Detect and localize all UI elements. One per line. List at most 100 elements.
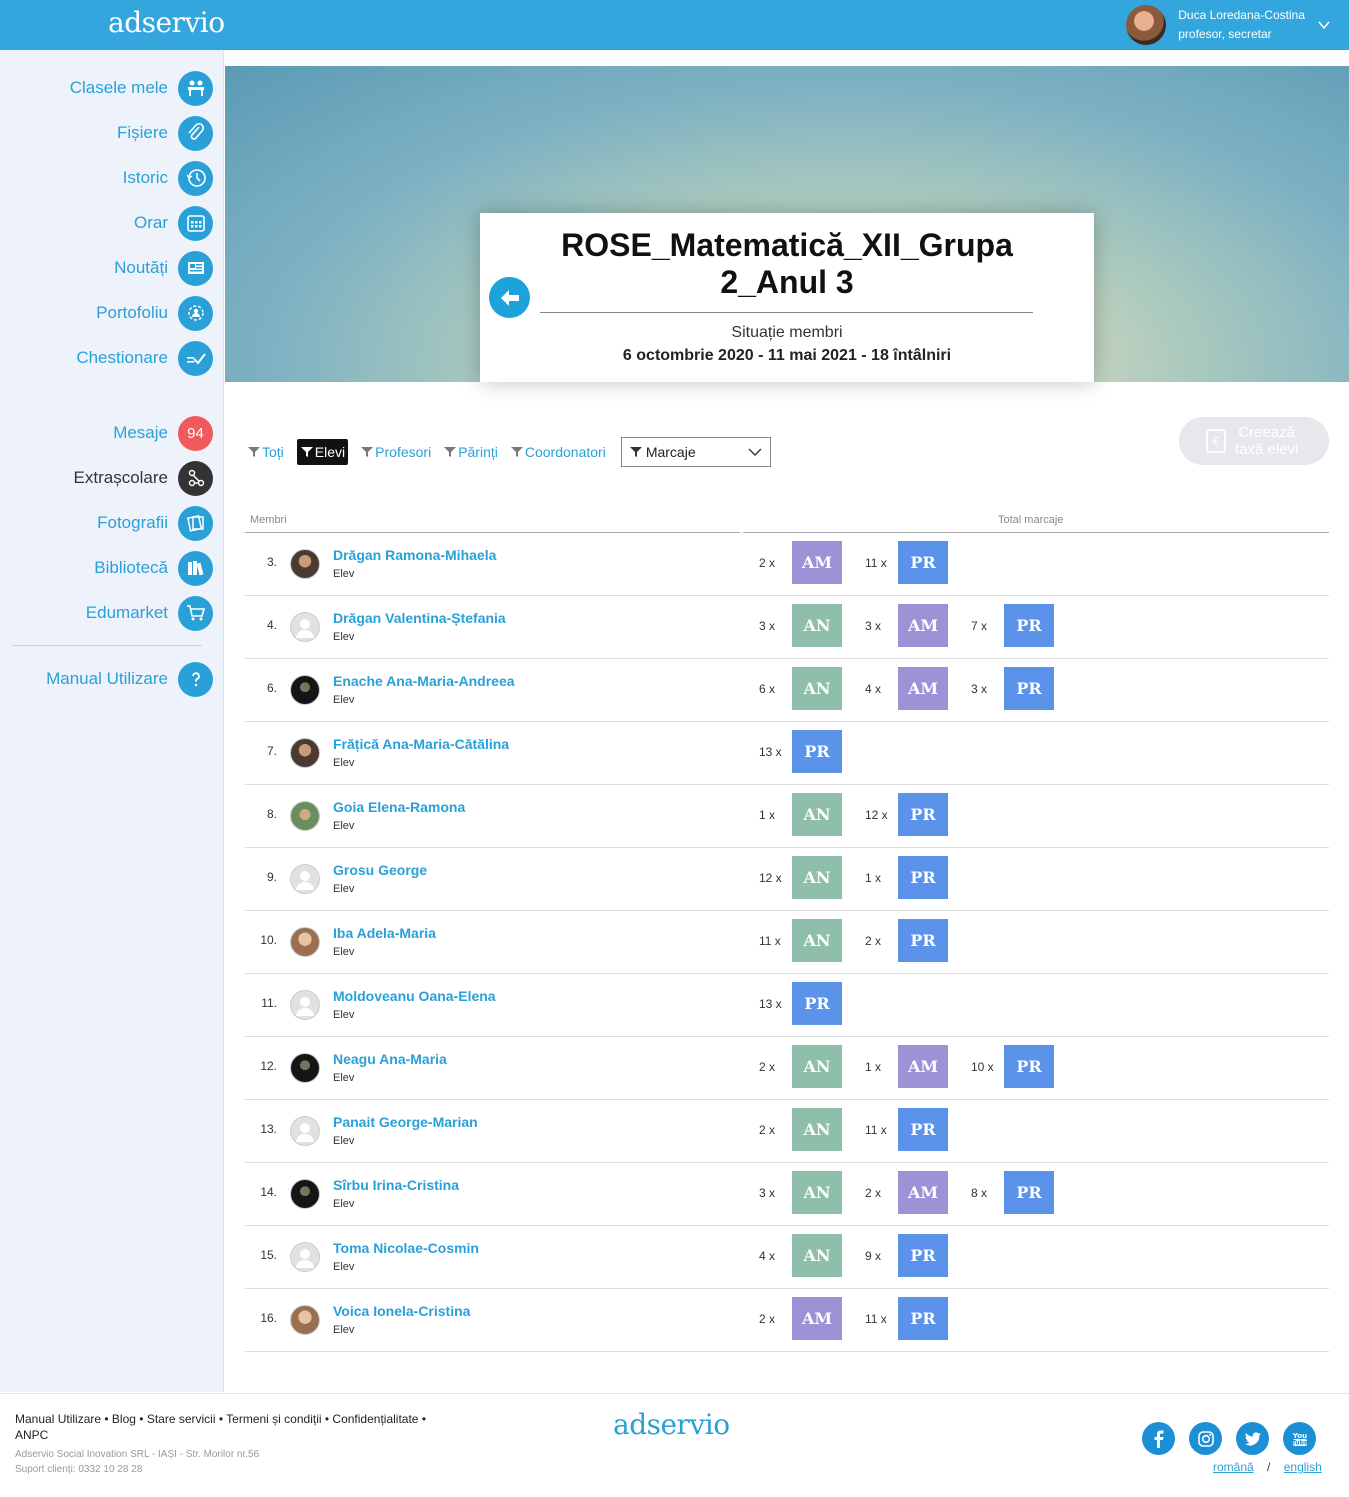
avatar[interactable] xyxy=(290,1179,320,1209)
footer-link[interactable]: Termeni și condiții xyxy=(226,1412,321,1426)
avatar[interactable] xyxy=(290,738,320,768)
sidebar-item-history[interactable]: Istoric xyxy=(123,160,213,196)
marks-select[interactable]: Marcaje xyxy=(620,437,771,467)
member-name-link[interactable]: Panait George-Marian xyxy=(333,1114,478,1130)
mark-badge-an[interactable]: AN xyxy=(792,1045,842,1088)
sidebar-item-news[interactable]: Noutăți xyxy=(114,250,213,286)
mark-badge-an[interactable]: AN xyxy=(792,856,842,899)
create-student-fee-button[interactable]: € Creează taxă elevi xyxy=(1179,417,1329,465)
footer-link[interactable]: Blog xyxy=(112,1412,136,1426)
mark-badge-am[interactable]: AM xyxy=(898,604,948,647)
sidebar-item-library[interactable]: Bibliotecă xyxy=(94,550,213,586)
mark-badge-pr[interactable]: PR xyxy=(1004,667,1054,710)
sidebar-item-classes[interactable]: Clasele mele xyxy=(70,70,213,106)
filter-all[interactable]: Toți xyxy=(248,439,284,465)
sidebar-item-portfolio[interactable]: Portofoliu xyxy=(96,295,213,331)
mark-badge-an[interactable]: AN xyxy=(792,667,842,710)
back-button[interactable] xyxy=(489,277,530,318)
mark-badge-pr[interactable]: PR xyxy=(1004,1171,1054,1214)
member-name-link[interactable]: Frățică Ana-Maria-Cătălina xyxy=(333,736,509,752)
member-name-link[interactable]: Sîrbu Irina-Cristina xyxy=(333,1177,459,1193)
mark-badge-am[interactable]: AM xyxy=(898,667,948,710)
filter-parents[interactable]: Părinți xyxy=(444,439,498,465)
member-name-link[interactable]: Goia Elena-Ramona xyxy=(333,799,465,815)
footer-link[interactable]: Manual Utilizare xyxy=(15,1412,101,1426)
user-name: Duca Loredana-Costina xyxy=(1178,8,1305,22)
user-avatar[interactable] xyxy=(1126,5,1167,45)
mark-badge-am[interactable]: AM xyxy=(898,1045,948,1088)
language-english[interactable]: english xyxy=(1284,1460,1322,1474)
mark-badge-pr[interactable]: PR xyxy=(898,1297,948,1340)
avatar[interactable] xyxy=(290,1305,320,1335)
header-logo[interactable]: adservio xyxy=(108,6,225,39)
avatar[interactable] xyxy=(290,927,320,957)
sidebar-item-questionnaires[interactable]: Chestionare xyxy=(76,340,213,376)
sidebar-item-label: Noutăți xyxy=(114,258,168,277)
mark-badge-pr[interactable]: PR xyxy=(792,730,842,773)
instagram-icon[interactable] xyxy=(1189,1422,1222,1455)
mark-badge-pr[interactable]: PR xyxy=(898,1234,948,1277)
mark-badge-an[interactable]: AN xyxy=(792,919,842,962)
facebook-icon[interactable] xyxy=(1142,1422,1175,1455)
sidebar-item-manual[interactable]: Manual Utilizare xyxy=(46,661,213,697)
filter-icon xyxy=(629,447,642,457)
avatar[interactable] xyxy=(290,1053,320,1083)
mark-badge-pr[interactable]: PR xyxy=(898,541,948,584)
sidebar-item-photos[interactable]: Fotografii xyxy=(97,505,213,541)
member-name-link[interactable]: Voica Ionela-Cristina xyxy=(333,1303,470,1319)
avatar[interactable] xyxy=(290,612,320,642)
mark-count: 13 x xyxy=(759,744,782,759)
avatar[interactable] xyxy=(290,864,320,894)
avatar[interactable] xyxy=(290,549,320,579)
filter-icon xyxy=(248,447,260,457)
member-name-link[interactable]: Grosu George xyxy=(333,862,427,878)
mark-badge-pr[interactable]: PR xyxy=(898,919,948,962)
avatar[interactable] xyxy=(290,1116,320,1146)
sidebar-item-schedule[interactable]: Orar xyxy=(134,205,213,241)
mark-badge-an[interactable]: AN xyxy=(792,1234,842,1277)
member-name-link[interactable]: Neagu Ana-Maria xyxy=(333,1051,447,1067)
member-name-link[interactable]: Enache Ana-Maria-Andreea xyxy=(333,673,515,689)
youtube-icon[interactable]: You Tube xyxy=(1283,1422,1316,1455)
mark-badge-pr[interactable]: PR xyxy=(898,1108,948,1151)
chevron-down-icon[interactable] xyxy=(1317,18,1331,32)
user-menu[interactable]: Duca Loredana-Costina profesor, secretar xyxy=(1126,4,1331,46)
avatar[interactable] xyxy=(290,1242,320,1272)
footer-link[interactable]: Confidențialitate xyxy=(332,1412,418,1426)
filter-students[interactable]: Elevi xyxy=(296,439,349,465)
avatar[interactable] xyxy=(290,675,320,705)
mark-badge-pr[interactable]: PR xyxy=(898,856,948,899)
mark-badge-an[interactable]: AN xyxy=(792,793,842,836)
mark-totals: 4 x AN 9 x PR xyxy=(759,1234,971,1277)
avatar[interactable] xyxy=(290,801,320,831)
member-name-link[interactable]: Drăgan Valentina-Ștefania xyxy=(333,610,506,626)
mark-badge-an[interactable]: AN xyxy=(792,604,842,647)
mark-badge-pr[interactable]: PR xyxy=(898,793,948,836)
footer-link[interactable]: ANPC xyxy=(15,1428,48,1442)
language-romanian[interactable]: română xyxy=(1213,1460,1254,1474)
mark-badge-am[interactable]: AM xyxy=(792,1297,842,1340)
mark-total: 1 x AN xyxy=(759,793,865,836)
avatar[interactable] xyxy=(290,990,320,1020)
filter-coordinators[interactable]: Coordonatori xyxy=(510,439,606,465)
member-name-link[interactable]: Toma Nicolae-Cosmin xyxy=(333,1240,479,1256)
member-name-link[interactable]: Iba Adela-Maria xyxy=(333,925,436,941)
mark-badge-pr[interactable]: PR xyxy=(1004,604,1054,647)
sidebar-item-extracurricular[interactable]: Extrașcolare xyxy=(74,460,213,496)
mark-totals: 1 x AN 12 x PR xyxy=(759,793,971,836)
mark-badge-pr[interactable]: PR xyxy=(792,982,842,1025)
member-name-link[interactable]: Drăgan Ramona-Mihaela xyxy=(333,547,496,563)
sidebar-item-edumarket[interactable]: Edumarket xyxy=(86,595,213,631)
member-name-link[interactable]: Moldoveanu Oana-Elena xyxy=(333,988,496,1004)
mark-badge-pr[interactable]: PR xyxy=(1004,1045,1054,1088)
mark-badge-an[interactable]: AN xyxy=(792,1108,842,1151)
filter-teachers[interactable]: Profesori xyxy=(361,439,431,465)
twitter-icon[interactable] xyxy=(1236,1422,1269,1455)
sidebar-item-files[interactable]: Fișiere xyxy=(117,115,213,151)
mark-badge-am[interactable]: AM xyxy=(792,541,842,584)
mark-badge-am[interactable]: AM xyxy=(898,1171,948,1214)
footer-link[interactable]: Stare servicii xyxy=(147,1412,216,1426)
footer-logo[interactable]: adservio xyxy=(613,1408,730,1441)
sidebar-item-messages[interactable]: Mesaje 94 xyxy=(113,415,213,451)
mark-badge-an[interactable]: AN xyxy=(792,1171,842,1214)
